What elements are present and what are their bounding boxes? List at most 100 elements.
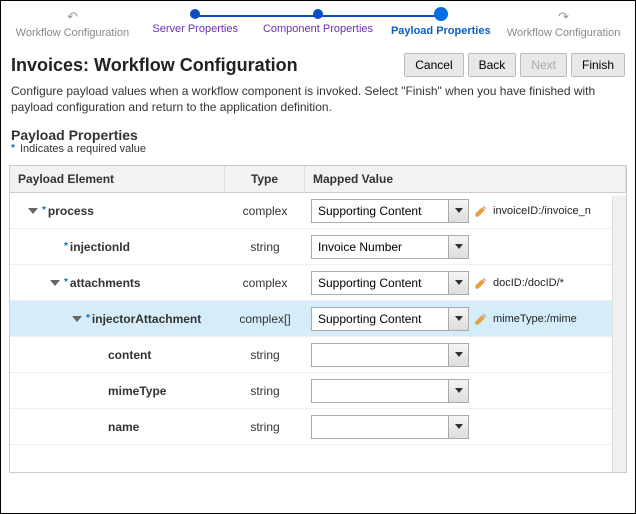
table-row[interactable]: *processcomplexinvoiceID:/invoice_n xyxy=(10,193,626,229)
element-name: content xyxy=(108,348,151,362)
dropdown-button[interactable] xyxy=(448,416,468,438)
stepper-next-nav[interactable]: ↷ Workflow Configuration xyxy=(502,9,625,39)
required-asterisk-icon: * xyxy=(64,241,68,252)
action-buttons: Cancel Back Next Finish xyxy=(404,53,625,77)
cell-type: string xyxy=(225,344,305,366)
element-name: name xyxy=(108,420,139,434)
scrollbar[interactable] xyxy=(612,196,626,472)
mapped-value-input[interactable] xyxy=(312,240,448,254)
mapped-value-select[interactable] xyxy=(311,343,469,367)
step-dot-icon xyxy=(190,9,200,19)
step-label: Payload Properties xyxy=(379,25,502,37)
cell-element: *injectionId xyxy=(10,236,225,258)
element-name: injectorAttachment xyxy=(92,312,201,326)
stepper-next-label: Workflow Configuration xyxy=(502,27,625,39)
cell-element: name xyxy=(10,416,225,438)
required-note-text: Indicates a required value xyxy=(20,143,146,155)
mapped-value-select[interactable] xyxy=(311,307,469,331)
required-asterisk-icon: * xyxy=(86,313,90,324)
tree-spacer xyxy=(94,352,104,358)
pencil-icon[interactable] xyxy=(473,203,489,219)
step-dot-icon xyxy=(434,7,448,21)
cell-type: complex xyxy=(225,200,305,222)
dropdown-button[interactable] xyxy=(448,380,468,402)
table-row[interactable]: content string xyxy=(10,337,626,373)
page-description: Configure payload values when a workflow… xyxy=(1,83,635,123)
cell-mapped xyxy=(305,375,626,407)
step-dot-icon xyxy=(313,9,323,19)
next-button: Next xyxy=(520,53,567,77)
stepper-step-server[interactable]: Server Properties xyxy=(134,9,257,39)
element-name: mimeType xyxy=(108,384,166,398)
wizard-stepper: ↶ Workflow Configuration Server Properti… xyxy=(1,1,635,45)
col-payload-element[interactable]: Payload Element xyxy=(10,166,225,192)
table-row[interactable]: mimeType string xyxy=(10,373,626,409)
expand-toggle-icon[interactable] xyxy=(28,208,38,214)
mapped-value-select[interactable] xyxy=(311,199,469,223)
dropdown-button[interactable] xyxy=(448,272,468,294)
expand-toggle-icon[interactable] xyxy=(50,280,60,286)
table-header: Payload Element Type Mapped Value xyxy=(10,166,626,193)
cell-element: mimeType xyxy=(10,380,225,402)
mapped-value-input[interactable] xyxy=(312,384,448,398)
cell-type: complex[] xyxy=(225,308,305,330)
element-name: process xyxy=(48,204,94,218)
pencil-icon[interactable] xyxy=(473,275,489,291)
stepper-step-component[interactable]: Component Properties xyxy=(257,9,380,39)
dropdown-button[interactable] xyxy=(448,308,468,330)
table-row[interactable]: *injectorAttachmentcomplex[]mimeType:/mi… xyxy=(10,301,626,337)
section-title: Payload Properties xyxy=(1,123,635,143)
required-asterisk-icon: * xyxy=(42,205,46,216)
stepper-prev-nav[interactable]: ↶ Workflow Configuration xyxy=(11,9,134,39)
col-type[interactable]: Type xyxy=(225,166,305,192)
mapped-value-input[interactable] xyxy=(312,420,448,434)
table-row[interactable]: namestring xyxy=(10,409,626,445)
stepper-prev-label: Workflow Configuration xyxy=(11,27,134,39)
mapped-value-input[interactable] xyxy=(312,348,448,362)
dropdown-button[interactable] xyxy=(448,236,468,258)
cell-element: *injectorAttachment xyxy=(10,308,225,330)
cell-mapped xyxy=(305,411,626,443)
tree-spacer xyxy=(50,244,60,250)
cell-mapped xyxy=(305,231,626,263)
col-mapped-value[interactable]: Mapped Value xyxy=(305,166,626,192)
mapped-expression: docID:/docID/* xyxy=(493,277,564,289)
tree-spacer xyxy=(94,388,104,394)
element-name: injectionId xyxy=(70,240,130,254)
table-row[interactable]: *attachmentscomplexdocID:/docID/* xyxy=(10,265,626,301)
mapped-value-select[interactable] xyxy=(311,379,469,403)
cell-mapped: invoiceID:/invoice_n xyxy=(305,195,626,227)
step-label: Component Properties xyxy=(257,23,380,35)
table-body: *processcomplexinvoiceID:/invoice_n*inje… xyxy=(10,193,626,469)
mapped-value-input[interactable] xyxy=(312,312,448,326)
required-asterisk-icon: * xyxy=(64,277,68,288)
pencil-icon[interactable] xyxy=(473,311,489,327)
mapped-value-select[interactable] xyxy=(311,271,469,295)
cell-type: complex xyxy=(225,272,305,294)
finish-button[interactable]: Finish xyxy=(571,53,625,77)
mapped-expression: invoiceID:/invoice_n xyxy=(493,205,591,217)
cell-type: string xyxy=(225,380,305,402)
cell-element: content xyxy=(10,344,225,366)
back-button[interactable]: Back xyxy=(468,53,517,77)
cell-mapped: docID:/docID/* xyxy=(305,267,626,299)
dropdown-button[interactable] xyxy=(448,200,468,222)
dropdown-button[interactable] xyxy=(448,344,468,366)
cell-element: *process xyxy=(10,200,225,222)
cell-mapped xyxy=(305,339,626,371)
cell-element: *attachments xyxy=(10,272,225,294)
table-row[interactable]: *injectionIdstring xyxy=(10,229,626,265)
cancel-button[interactable]: Cancel xyxy=(404,53,463,77)
expand-toggle-icon[interactable] xyxy=(72,316,82,322)
page-title: Invoices: Workflow Configuration xyxy=(11,55,298,76)
arrow-right-icon: ↷ xyxy=(502,9,625,25)
mapped-value-select[interactable] xyxy=(311,235,469,259)
arrow-left-icon: ↶ xyxy=(11,9,134,25)
element-name: attachments xyxy=(70,276,141,290)
tree-spacer xyxy=(94,424,104,430)
mapped-value-input[interactable] xyxy=(312,204,448,218)
cell-type: string xyxy=(225,236,305,258)
mapped-value-select[interactable] xyxy=(311,415,469,439)
stepper-step-payload[interactable]: Payload Properties xyxy=(379,9,502,39)
mapped-value-input[interactable] xyxy=(312,276,448,290)
